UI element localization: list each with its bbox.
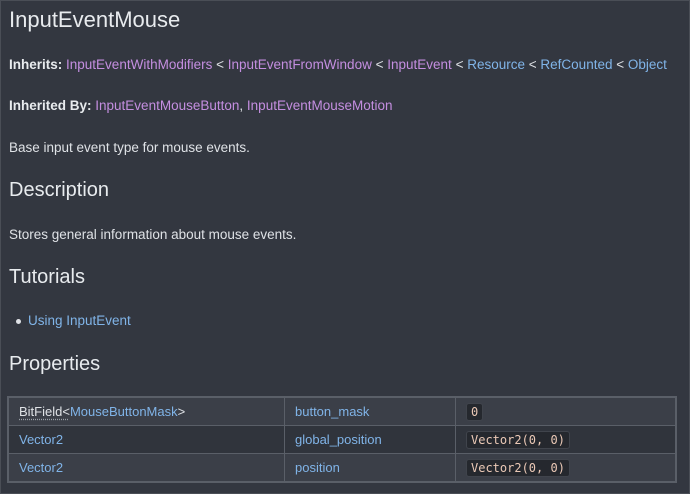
property-name-cell: global_position: [284, 425, 456, 454]
type-suffix: >: [177, 404, 186, 419]
inherited-by-link-inputeventmousemotion[interactable]: InputEventMouseMotion: [247, 98, 393, 113]
inherits-link-refcounted[interactable]: RefCounted: [540, 57, 612, 72]
inherits-link-inputeventfromwindow[interactable]: InputEventFromWindow: [228, 57, 372, 72]
tutorial-link-using-inputevent[interactable]: Using InputEvent: [28, 312, 131, 330]
inherits-label: Inherits:: [9, 57, 63, 72]
type-link-vector2[interactable]: Vector2: [19, 460, 63, 475]
inherited-by-link-inputeventmousebutton[interactable]: InputEventMouseButton: [95, 98, 239, 113]
type-link-mousebuttonmask[interactable]: MouseButtonMask: [70, 404, 178, 419]
property-link-position[interactable]: position: [295, 460, 340, 475]
inherited-by-separator: ,: [239, 98, 244, 113]
properties-heading: Properties: [9, 353, 101, 375]
inherits-separator: <: [528, 57, 537, 72]
property-type-cell: Vector2: [7, 425, 285, 454]
inherits-separator: <: [375, 57, 384, 72]
inherits-link-resource[interactable]: Resource: [467, 57, 525, 72]
type-link-vector2[interactable]: Vector2: [19, 432, 63, 447]
description-text: Stores general information about mouse e…: [9, 227, 297, 242]
property-default-cell: Vector2(0, 0): [455, 425, 677, 454]
table-row: Vector2 position Vector2(0, 0): [7, 453, 677, 483]
list-item: Using InputEvent: [16, 312, 131, 330]
property-link-global-position[interactable]: global_position: [295, 432, 382, 447]
inherited-by-line: Inherited By: InputEventMouseButton, Inp…: [9, 97, 393, 115]
default-value: Vector2(0, 0): [466, 430, 570, 449]
property-type-cell: BitField<MouseButtonMask>: [7, 396, 285, 426]
description-heading: Description: [9, 179, 110, 201]
inherits-line: Inherits: InputEventWithModifiers < Inpu…: [9, 56, 667, 74]
inherited-by-label: Inherited By:: [9, 98, 92, 113]
tutorials-list: Using InputEvent: [16, 312, 131, 330]
doc-page: InputEventMouse Inherits: InputEventWith…: [0, 0, 690, 494]
default-value: 0: [466, 402, 484, 421]
table-row: BitField<MouseButtonMask> button_mask 0: [7, 396, 677, 426]
property-name-cell: button_mask: [284, 396, 456, 426]
property-name-cell: position: [284, 453, 456, 483]
inherits-link-inputevent[interactable]: InputEvent: [387, 57, 452, 72]
brief-description: Base input event type for mouse events.: [9, 140, 250, 155]
property-link-button-mask[interactable]: button_mask: [295, 404, 369, 419]
type-prefix: BitField<: [19, 404, 70, 419]
property-default-cell: Vector2(0, 0): [455, 453, 677, 483]
bullet-icon: [16, 318, 21, 324]
inherits-link-inputeventwithmodifiers[interactable]: InputEventWithModifiers: [66, 57, 212, 72]
inherits-separator: <: [216, 57, 224, 72]
inherits-link-object[interactable]: Object: [628, 57, 667, 72]
property-default-cell: 0: [455, 396, 677, 426]
table-row: Vector2 global_position Vector2(0, 0): [7, 425, 677, 454]
inherits-separator: <: [455, 57, 464, 72]
properties-table: BitField<MouseButtonMask> button_mask 0 …: [7, 396, 677, 483]
inherits-separator: <: [616, 57, 625, 72]
property-type-cell: Vector2: [7, 453, 285, 483]
tutorials-heading: Tutorials: [9, 266, 85, 288]
default-value: Vector2(0, 0): [466, 458, 570, 477]
page-title: InputEventMouse: [9, 7, 181, 32]
